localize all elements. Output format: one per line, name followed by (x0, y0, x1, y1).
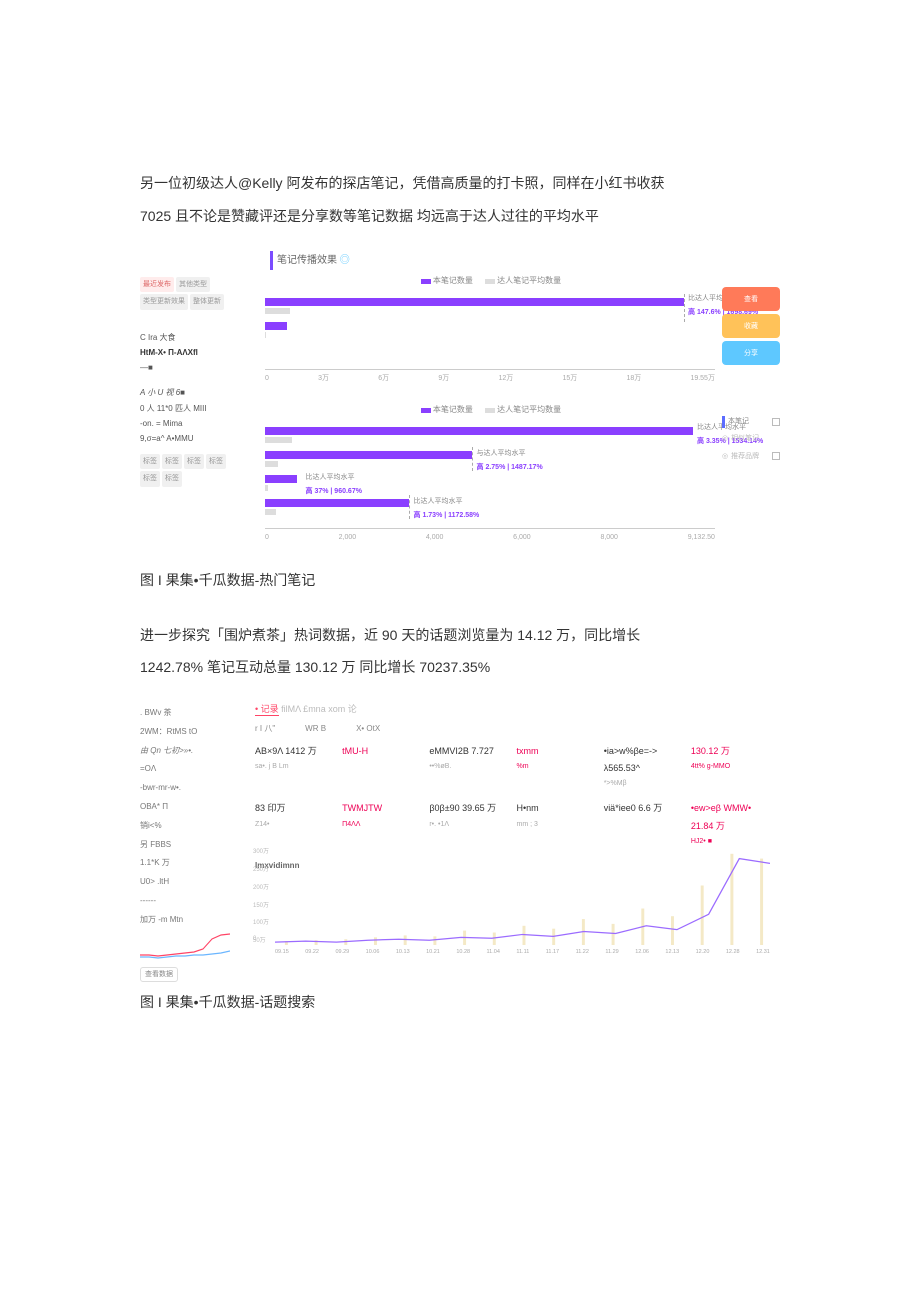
chart1-title: 笔记传播效果 ◎ (270, 251, 350, 270)
chart-1: 笔记传播效果 ◎ 最近发布 其他类型 类型更新效果 整体更新 C Ira 大食 … (140, 247, 780, 557)
badge: 标签 (206, 454, 226, 469)
badge: 类型更新效果 (140, 294, 188, 309)
caption-1: 图 I 果集•千瓜数据-热门笔记 (140, 567, 780, 594)
caption-2: 图 I 果集•千瓜数据-话题搜索 (140, 989, 780, 1016)
paragraph-1a: 另一位初级达人@Kelly 阿发布的探店笔记，凭借高质量的打卡照，同样在小红书收… (140, 170, 780, 197)
badge: 标签 (162, 471, 182, 486)
badge: 标签 (140, 454, 160, 469)
badge: 标签 (140, 471, 160, 486)
chart1-plot-a: 本笔记数量 达人笔记平均数量 比达人平均水平高 147.6% | 1698.69… (265, 273, 715, 383)
paragraph-2b: 1242.78% 笔记互动总量 130.12 万 同比增长 70237.35% (140, 654, 780, 681)
chart2-left: . BWv 茶 2WM：RtMS tO 由 Qn 七初>»•. =OΛ -bwr… (140, 707, 230, 982)
mini-trend-chart (140, 933, 230, 963)
paragraph-2a: 进一步探究「围炉煮茶」热词数据，近 90 天的话题浏览量为 14.12 万，同比… (140, 622, 780, 649)
paragraph-1b: 7025 且不论是赞藏评还是分享数等笔记数据 均远高于达人过往的平均水平 (140, 203, 780, 230)
chart2-line-plot: 300万 250万 200万 150万 100万 50万 0 09.1509.2… (255, 849, 770, 959)
chart1-plot-b: 本笔记数量 达人笔记平均数量 比达人平均水平高 3.35% | 1534.14%… (265, 402, 715, 542)
chart-2: . BWv 茶 2WM：RtMS tO 由 Qn 七初>»•. =OΛ -bwr… (140, 699, 780, 979)
badge: 标签 (162, 454, 182, 469)
badge: 标签 (184, 454, 204, 469)
chart1-sidebar: 最近发布 其他类型 类型更新效果 整体更新 C Ira 大食 HtM-X• Π-… (140, 277, 245, 487)
chart2-filters[interactable]: r I 八" WR B X• OtX (255, 721, 380, 736)
chart2-tabs[interactable]: • 记录 filMΛ £mna xom 论 (255, 701, 357, 718)
badge: 最近发布 (140, 277, 174, 292)
badge: 整体更新 (190, 294, 224, 309)
badge: 其他类型 (176, 277, 210, 292)
chart1-right-pills: 查看 收藏 分享 (722, 287, 780, 368)
chart1-right-legend: 本笔记 ◎ 相似笔记 ◎ 推荐品牌 (722, 415, 780, 467)
view-data-button[interactable]: 查看数据 (140, 967, 178, 982)
